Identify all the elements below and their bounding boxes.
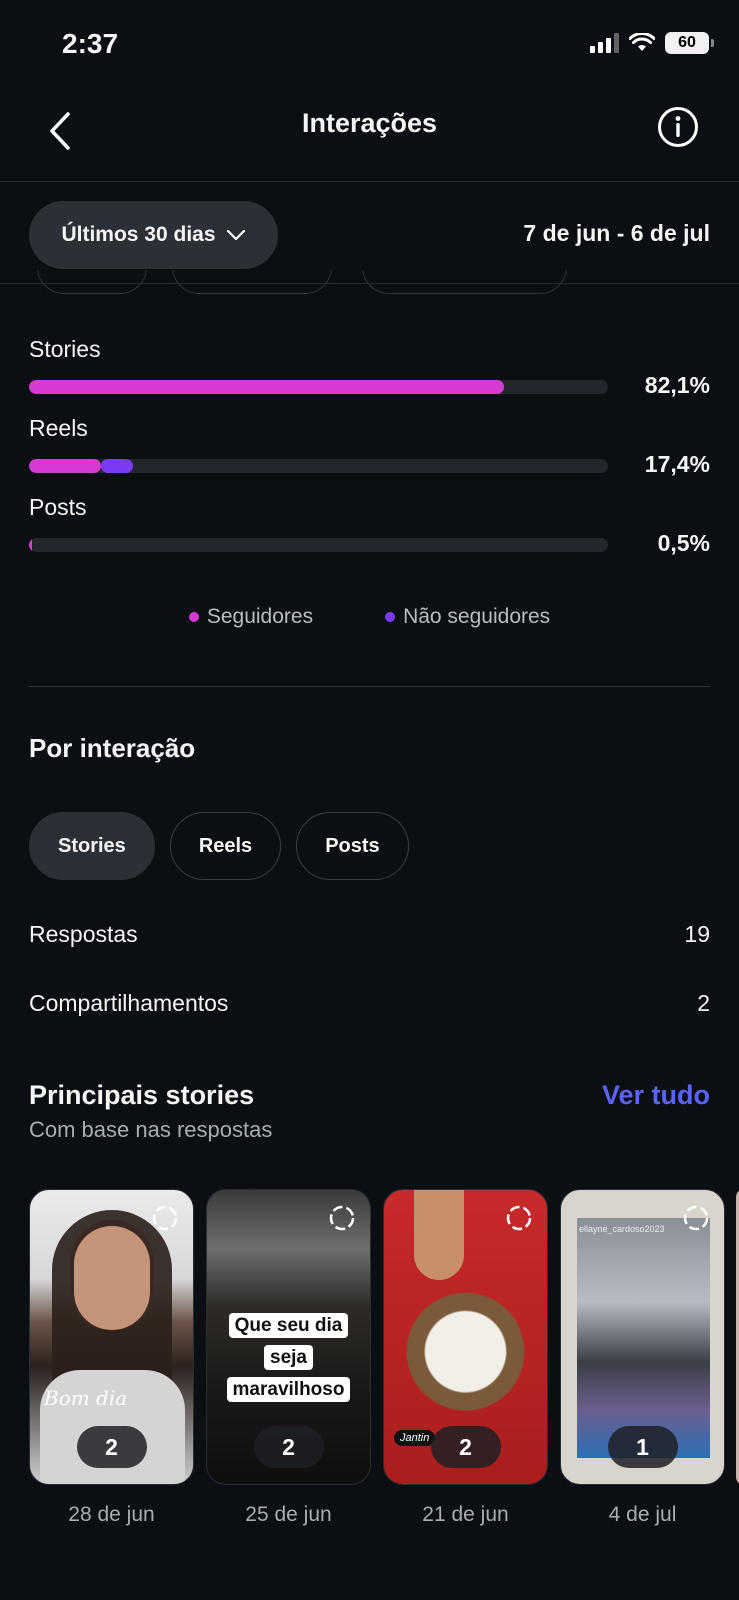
legend: Seguidores Não seguidores (0, 605, 739, 629)
clock: 2:37 (62, 28, 119, 59)
breakdown-track (29, 380, 608, 394)
story-date: 28 de jun (68, 1503, 155, 1526)
story-overlay: Que seu dia seja maravilhoso (215, 1310, 362, 1406)
top-stories-title: Principais stories (29, 1080, 255, 1110)
metric-row-shares: Compartilhamentos 2 (29, 990, 710, 1017)
info-button[interactable] (653, 102, 703, 152)
wifi-icon (629, 33, 655, 51)
tab-reels[interactable]: Reels (169, 812, 282, 880)
breakdown-label: Stories (29, 336, 101, 362)
followers-fill (29, 380, 505, 394)
interaction-tabs: Stories Reels Posts (29, 812, 409, 880)
date-range: 7 de jun - 6 de jul (523, 220, 710, 246)
top-stories-carousel[interactable]: Bom dia 2 28 de jun Que seu dia seja mar… (29, 1189, 739, 1526)
legend-non-followers: Não seguidores (385, 605, 550, 629)
top-stories-subtitle: Com base nas respostas (29, 1117, 273, 1142)
period-dropdown[interactable]: Últimos 30 dias (29, 201, 278, 269)
story-thumbnail[interactable]: Bom dia 2 (29, 1189, 194, 1485)
loading-ring-icon (506, 1205, 532, 1231)
tab-stories[interactable]: Stories (29, 812, 155, 880)
story-count-badge: 2 (253, 1426, 324, 1468)
photo-inner (577, 1218, 710, 1458)
see-all-link[interactable]: Ver tudo (602, 1080, 710, 1111)
breakdown-track (29, 459, 608, 473)
metric-label: Respostas (29, 921, 138, 947)
battery-icon: 60 (665, 32, 714, 54)
story-card[interactable]: Que seu dia seja maravilhoso 2 25 de jun (206, 1189, 371, 1527)
cellular-signal-icon (590, 33, 619, 53)
metric-row-replies: Respostas 19 (29, 921, 710, 948)
legend-followers: Seguidores (188, 605, 314, 629)
status-icons: 60 (590, 32, 714, 54)
story-count-badge: 2 (76, 1426, 147, 1468)
breakdown-label: Posts (29, 494, 87, 520)
non-followers-dot (385, 612, 396, 622)
breakdown-stories: Stories 82,1% (29, 336, 710, 406)
loading-ring-icon (329, 1205, 355, 1231)
metric-value: 19 (684, 921, 710, 947)
breakdown-percent: 17,4% (644, 451, 710, 477)
breakdown-percent: 0,5% (657, 530, 710, 556)
period-label: Últimos 30 dias (61, 223, 216, 246)
followers-fill (29, 538, 32, 552)
story-thumbnail[interactable]: Jantin 2 (383, 1189, 548, 1485)
breakdown-label: Reels (29, 415, 88, 441)
breakdown-posts: Posts 0,5% (29, 494, 710, 564)
info-icon (658, 107, 698, 147)
loading-ring-icon (152, 1205, 178, 1231)
story-overlay-text: ellayne_cardoso2023 (579, 1224, 665, 1234)
story-thumbnail[interactable]: ellayne_cardoso2023 1 (560, 1189, 725, 1485)
story-overlay-text: Jantin (394, 1430, 436, 1446)
followers-fill (29, 459, 101, 473)
story-count-badge: 1 (607, 1426, 678, 1468)
breakdown-track (29, 538, 608, 552)
legend-label: Seguidores (206, 605, 314, 628)
hidden-filter-pills (0, 270, 739, 296)
chevron-down-icon (226, 229, 245, 241)
filter-row: Últimos 30 dias 7 de jun - 6 de jul (0, 182, 739, 284)
story-overlay-text: Bom dia (44, 1386, 128, 1410)
story-date: 21 de jun (422, 1503, 509, 1526)
section-title: Por interação (29, 733, 196, 763)
tab-posts[interactable]: Posts (296, 812, 409, 880)
story-card[interactable]: Bom dia 2 28 de jun (29, 1189, 194, 1527)
story-card[interactable]: Jantin 2 21 de jun (383, 1189, 548, 1527)
nav-bar: Interações (0, 88, 739, 182)
metric-label: Compartilhamentos (29, 990, 229, 1016)
loading-ring-icon (683, 1205, 709, 1231)
story-card[interactable]: ellayne_cardoso2023 1 4 de jul (560, 1189, 725, 1527)
page-title: Interações (301, 108, 438, 138)
non-followers-fill (100, 459, 134, 473)
story-count-badge: 2 (430, 1426, 501, 1468)
breakdown-percent: 82,1% (644, 372, 710, 398)
face-shape (74, 1226, 150, 1330)
legend-label: Não seguidores (403, 605, 551, 628)
status-bar: 2:37 60 (0, 0, 739, 88)
followers-dot (188, 612, 199, 622)
story-date: 25 de jun (245, 1503, 332, 1526)
story-date: 4 de jul (608, 1503, 677, 1526)
hand-shape (414, 1190, 464, 1280)
story-thumbnail[interactable]: Que seu dia seja maravilhoso 2 (206, 1189, 371, 1485)
story-overlay-text: Que seu dia seja maravilhoso (226, 1313, 351, 1402)
divider (29, 686, 710, 687)
metric-value: 2 (697, 990, 710, 1016)
breakdown-reels: Reels 17,4% (29, 415, 710, 485)
